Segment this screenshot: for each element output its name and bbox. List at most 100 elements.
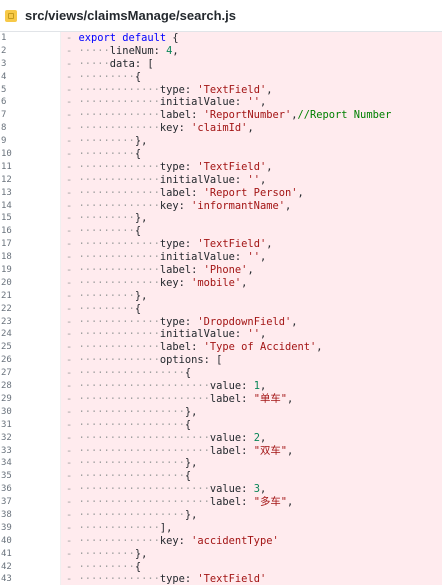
code-token: - ············· xyxy=(66,186,160,199)
code-line: 11 - ·············type: 'TextField', xyxy=(0,161,442,174)
code-token: //Report Number xyxy=(297,109,392,122)
code-text: - ·············label: 'Report Person', xyxy=(60,187,304,200)
code-line: 6 - ·············initialValue: '', xyxy=(0,96,442,109)
code-token: , xyxy=(247,264,254,277)
code-line: 23 - ·············type: 'DropdownField', xyxy=(0,316,442,329)
code-token: key: xyxy=(159,199,192,212)
code-line: 15 - ·········}, xyxy=(0,212,442,225)
code-line: 16 - ·········{ xyxy=(0,225,442,238)
code-line: 24 - ·············initialValue: '', xyxy=(0,328,442,341)
code-text: - export default { xyxy=(60,32,179,45)
line-number: 13 xyxy=(1,187,12,198)
code-line: 19 - ·············label: 'Phone', xyxy=(0,264,442,277)
code-line: 33 - ·····················label: "双车", xyxy=(0,445,442,458)
code-text: - ·········}, xyxy=(60,548,147,561)
code-line: 10 - ·········{ xyxy=(0,148,442,161)
code-token: "双车" xyxy=(253,444,287,457)
line-number: 16 xyxy=(1,226,12,237)
line-number: 14 xyxy=(1,200,12,211)
code-text: - ·········{ xyxy=(60,225,141,238)
code-text: - ·············label: 'Phone', xyxy=(60,264,254,277)
code-token: - ········· xyxy=(66,560,135,573)
code-token: ], xyxy=(159,521,173,534)
code-line: 29 - ·····················label: "单车", xyxy=(0,393,442,406)
code-token: 'Report Person' xyxy=(203,186,298,199)
code-token: { xyxy=(134,148,142,161)
line-number: 41 xyxy=(1,548,12,559)
code-token: , xyxy=(247,122,254,135)
line-number: 24 xyxy=(1,329,12,340)
line-number: 30 xyxy=(1,406,12,417)
code-token: - ················· xyxy=(66,457,185,470)
code-line: 41 - ·········}, xyxy=(0,548,442,561)
code-line: 32 - ·····················value: 2, xyxy=(0,432,442,445)
code-line: 9 - ·········}, xyxy=(0,135,442,148)
code-line: 27 - ·················{ xyxy=(0,367,442,380)
line-number: 27 xyxy=(1,368,12,379)
code-text: - ·········{ xyxy=(60,71,141,84)
code-text: - ·········{ xyxy=(60,303,141,316)
code-token: }, xyxy=(134,135,148,148)
file-path[interactable]: src/views/claimsManage/search.js xyxy=(25,8,236,23)
line-number: 43 xyxy=(1,574,12,585)
code-token: }, xyxy=(134,289,148,302)
line-number: 15 xyxy=(1,213,12,224)
code-token: , xyxy=(259,431,267,444)
code-line: 18 - ·············initialValue: '', xyxy=(0,251,442,264)
line-number: 37 xyxy=(1,497,12,508)
code-token: 'TextField' xyxy=(197,573,267,585)
code-line: 42 - ·········{ xyxy=(0,561,442,574)
code-token: , xyxy=(286,392,294,405)
code-text: - ·············initialValue: '', xyxy=(60,96,266,109)
line-number: 21 xyxy=(1,290,12,301)
code-token: , xyxy=(266,238,273,251)
code-text: - ·····················value: 1, xyxy=(60,380,266,393)
code-token: }, xyxy=(184,508,198,521)
code-text: - ·················}, xyxy=(60,509,197,522)
line-number: 38 xyxy=(1,509,12,520)
code-token: - ····················· xyxy=(66,444,210,457)
code-token: - ····················· xyxy=(66,392,210,405)
code-line: 1 - export default { xyxy=(0,32,442,45)
code-token: - ················· xyxy=(66,508,185,521)
code-text: - ·············key: 'informantName', xyxy=(60,200,291,213)
code-token: 'Phone' xyxy=(203,264,248,277)
code-line: 36 - ·····················value: 3, xyxy=(0,483,442,496)
code-token: - ············· xyxy=(66,199,160,212)
line-number: 19 xyxy=(1,265,12,276)
file-icon xyxy=(5,9,17,22)
line-number: 31 xyxy=(1,419,12,430)
line-number: 7 xyxy=(1,110,7,121)
code-token: , xyxy=(241,276,248,289)
code-token: }, xyxy=(184,457,198,470)
code-token: 'Type of Accident' xyxy=(203,341,317,354)
code-token: - ············· xyxy=(66,264,160,277)
code-token: 'ReportNumber' xyxy=(203,109,292,122)
code-token: type: xyxy=(159,573,198,585)
code-text: - ·············type: 'TextField' xyxy=(60,573,266,585)
code-token: - ········· xyxy=(66,135,135,148)
code-text: - ·············options: [ xyxy=(60,354,222,367)
code-token: lineNum: xyxy=(109,44,167,57)
code-token: - ············· xyxy=(66,276,160,289)
code-token: , xyxy=(316,341,323,354)
code-token: - ············· xyxy=(66,354,160,367)
code-token: , xyxy=(266,83,273,96)
line-number: 20 xyxy=(1,277,12,288)
code-line: 28 - ·····················value: 1, xyxy=(0,380,442,393)
line-number: 12 xyxy=(1,174,12,185)
code-text: - ·········{ xyxy=(60,148,141,161)
code-text: - ·············type: 'DropdownField', xyxy=(60,316,298,329)
code-token: options: [ xyxy=(159,354,223,367)
code-line: 17 - ·············type: 'TextField', xyxy=(0,238,442,251)
code-token: initialValue: xyxy=(159,173,248,186)
code-token: key: xyxy=(159,122,192,135)
code-text: - ·········}, xyxy=(60,135,147,148)
code-text: - ·····················value: 3, xyxy=(60,483,266,496)
code-line: 2 - ·····lineNum: 4, xyxy=(0,45,442,58)
code-token: - ············· xyxy=(66,238,160,251)
code-token: { xyxy=(134,560,142,573)
code-token: , xyxy=(259,251,267,264)
line-number: 40 xyxy=(1,535,12,546)
code-text: - ·············type: 'TextField', xyxy=(60,161,272,174)
